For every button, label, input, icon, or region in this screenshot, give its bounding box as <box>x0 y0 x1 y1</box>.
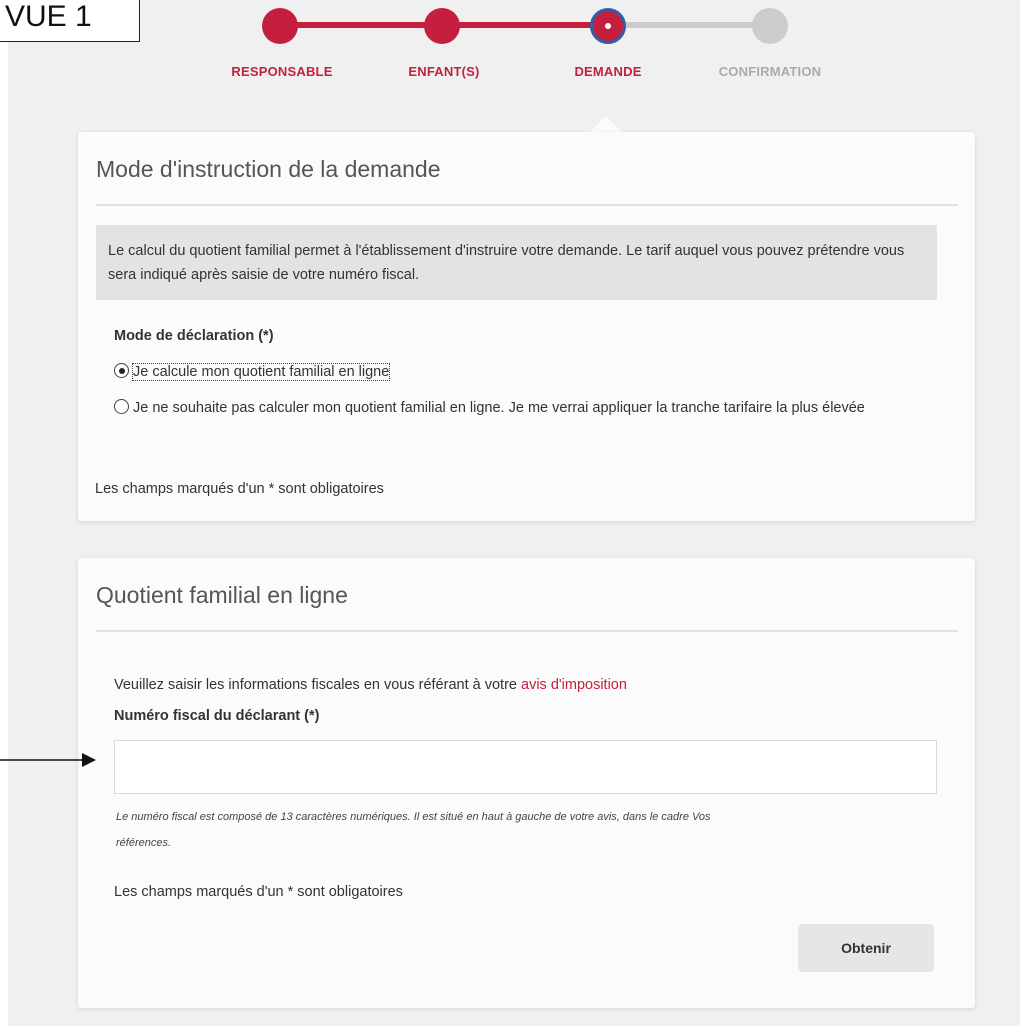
intro-text: Veuillez saisir les informations fiscale… <box>114 677 517 693</box>
step-dot-confirmation <box>752 8 788 44</box>
fiscal-number-hint: Le numéro fiscal est composé de 13 carac… <box>116 811 711 849</box>
step-label-responsable[interactable]: RESPONSABLE <box>202 64 362 79</box>
info-message: Le calcul du quotient familial permet à … <box>96 225 937 300</box>
fiscal-info-intro: Veuillez saisir les informations fiscale… <box>114 677 627 693</box>
step-label-confirmation: CONFIRMATION <box>718 64 822 79</box>
progress-stepper: RESPONSABLE ENFANT(S) DEMANDE CONFIRMATI… <box>0 0 1028 100</box>
required-fields-note: Les champs marqués d'un * sont obligatoi… <box>95 481 384 497</box>
step-connector <box>608 22 768 28</box>
step-dot-enfants[interactable] <box>424 8 460 44</box>
card-pointer <box>590 116 622 132</box>
avis-imposition-link[interactable]: avis d'imposition <box>521 677 627 693</box>
quotient-familial-card: Quotient familial en ligne Veuillez sais… <box>78 558 975 1008</box>
radio-unchecked-icon[interactable] <box>114 399 129 414</box>
radio-label[interactable]: Je ne souhaite pas calculer mon quotient… <box>133 400 865 416</box>
step-label-demande: DEMANDE <box>574 64 642 79</box>
radio-checked-icon[interactable] <box>114 363 129 378</box>
obtenir-button[interactable]: Obtenir <box>798 924 934 972</box>
arrow-annotation-icon <box>0 753 96 767</box>
view-annotation-label: VUE 1 <box>0 0 140 42</box>
fiscal-number-label: Numéro fiscal du déclarant (*) <box>114 708 320 724</box>
current-step-marker <box>605 23 611 29</box>
radio-label[interactable]: Je calcule mon quotient familial en lign… <box>131 363 391 381</box>
step-connector <box>442 22 608 28</box>
radio-option-not-online[interactable]: Je ne souhaite pas calculer mon quotient… <box>114 396 934 420</box>
declaration-mode-label: Mode de déclaration (*) <box>114 328 274 344</box>
divider <box>96 630 958 632</box>
step-dot-responsable[interactable] <box>262 8 298 44</box>
fiscal-number-input[interactable] <box>114 740 937 794</box>
card-title: Quotient familial en ligne <box>96 582 348 608</box>
divider <box>96 204 958 206</box>
card-title: Mode d'instruction de la demande <box>96 156 441 182</box>
step-connector <box>282 22 442 28</box>
required-fields-note: Les champs marqués d'un * sont obligatoi… <box>114 884 403 900</box>
step-label-enfants[interactable]: ENFANT(S) <box>364 64 524 79</box>
mode-instruction-card: Mode d'instruction de la demande Le calc… <box>78 132 975 521</box>
radio-option-online[interactable]: Je calcule mon quotient familial en lign… <box>114 360 391 384</box>
step-dot-demande <box>590 8 626 44</box>
